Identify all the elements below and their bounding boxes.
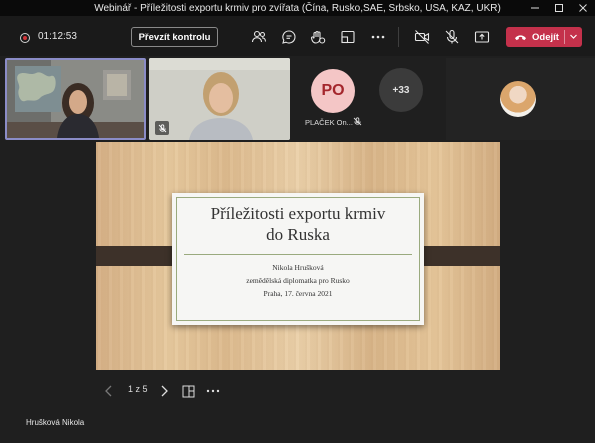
window-titlebar: Webinář - Příležitosti exportu krmiv pro…: [0, 0, 595, 16]
avatar[interactable]: PO: [311, 69, 355, 113]
close-icon[interactable]: [572, 0, 594, 16]
recording-icon: [20, 33, 30, 43]
chat-icon[interactable]: [279, 27, 299, 47]
participant-name: PLAČEK On...: [305, 118, 353, 127]
participant-video-tile[interactable]: [5, 58, 146, 140]
participants-icon[interactable]: [249, 27, 269, 47]
more-actions-icon[interactable]: [368, 27, 388, 47]
slide-title-line: do Ruska: [266, 225, 330, 244]
leave-button[interactable]: Odejít: [506, 27, 582, 47]
slide-role: zemědělská diplomatka pro Rusko: [246, 276, 350, 285]
chevron-down-icon[interactable]: [569, 32, 578, 41]
minimize-icon[interactable]: [524, 0, 546, 16]
slide-title: Příležitosti exportu krmiv do Ruska: [172, 203, 424, 245]
page-indicator: 1 z 5: [128, 384, 148, 394]
slide-grid-icon[interactable]: [182, 384, 195, 398]
avatar[interactable]: [500, 81, 536, 117]
maximize-icon[interactable]: [548, 0, 570, 16]
breakout-rooms-icon[interactable]: [338, 27, 358, 47]
mic-off-icon[interactable]: [442, 27, 462, 47]
slide-place-date: Praha, 17. června 2021: [263, 289, 333, 298]
slide-band: [96, 246, 176, 266]
take-control-button[interactable]: Převzít kontrolu: [131, 27, 218, 47]
slide-title-card: Příležitosti exportu krmiv do Ruska Niko…: [172, 193, 424, 325]
camera-off-icon[interactable]: [412, 27, 432, 47]
window-title: Webinář - Příležitosti exportu krmiv pro…: [94, 2, 501, 14]
slide-author: Nikola Hrušková: [272, 263, 324, 272]
chevron-left-icon[interactable]: [104, 384, 114, 398]
reactions-icon[interactable]: [308, 27, 328, 47]
leave-label: Odejít: [532, 31, 559, 43]
hang-up-icon: [514, 33, 527, 42]
mic-off-icon: [155, 121, 169, 135]
leave-divider: [564, 30, 565, 44]
meeting-timer: 01:12:53: [38, 31, 77, 42]
shared-presentation: Příležitosti exportu krmiv do Ruska Niko…: [96, 142, 500, 370]
participant-video-tile[interactable]: [149, 58, 290, 140]
chevron-right-icon[interactable]: [159, 384, 169, 398]
slide-title-line: Příležitosti exportu krmiv: [210, 204, 386, 223]
share-icon[interactable]: [472, 27, 492, 47]
more-participants-button[interactable]: +33: [379, 68, 423, 112]
mic-off-icon: [353, 117, 362, 126]
more-options-icon[interactable]: [206, 384, 220, 398]
slide-divider: [184, 254, 412, 255]
slide-band: [418, 246, 500, 266]
presenter-name: Hrušková Nikola: [26, 418, 85, 427]
toolbar-divider: [398, 27, 399, 47]
